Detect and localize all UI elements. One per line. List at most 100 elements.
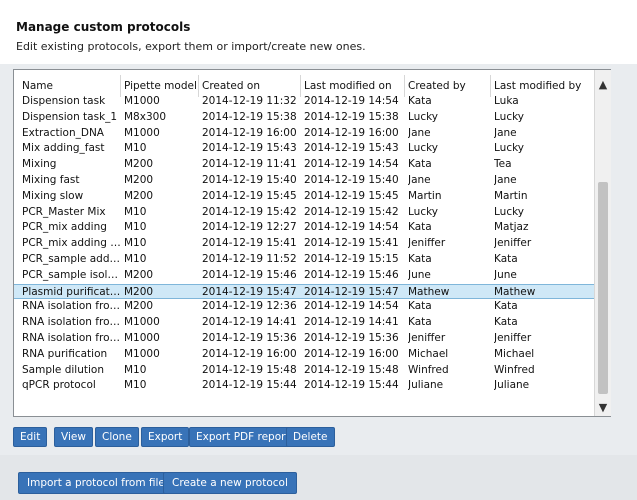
table-cell: 2014-12-19 15:38: [304, 110, 399, 123]
edit-button[interactable]: Edit: [13, 427, 48, 447]
table-cell: June: [494, 268, 517, 281]
table-cell: Winfred: [408, 363, 449, 376]
import-protocol-button[interactable]: Import a protocol from file: [18, 472, 174, 494]
table-cell: Kata: [494, 316, 518, 329]
table-cell: M200: [124, 300, 154, 313]
export-pdf-report-button[interactable]: Export PDF report: [189, 427, 297, 447]
table-cell: RNA isolation from...: [22, 300, 122, 313]
table-cell: 2014-12-19 15:40: [202, 174, 297, 186]
table-row[interactable]: Plasmid purification M200 2014-12-19 15:47…: [14, 283, 594, 299]
table-cell: M200: [124, 158, 154, 171]
table-cell: 2014-12-19 15:45: [304, 189, 399, 202]
table-cell: Tea: [494, 158, 512, 171]
table-row[interactable]: PCR_sample isolati... M200 2014-12-19 15:4…: [14, 268, 594, 283]
table-cell: 2014-12-19 15:40: [304, 174, 399, 186]
table-cell: M200: [124, 285, 154, 298]
clone-button[interactable]: Clone: [95, 427, 139, 447]
scrollbar-thumb[interactable]: [598, 182, 608, 394]
table-row[interactable]: Sample dilution M10 2014-12-19 15:48 2014-1…: [14, 363, 594, 378]
table-cell: PCR_mix adding: [22, 221, 107, 234]
protocol-table-panel: Name Pipette model Created on Last modified…: [13, 69, 611, 417]
table-cell: Mix adding_fast: [22, 142, 105, 155]
table-cell: 2014-12-19 11:32: [202, 95, 297, 107]
chevron-up-icon[interactable]: ▲: [595, 76, 611, 92]
delete-button[interactable]: Delete: [286, 427, 335, 447]
view-button[interactable]: View: [54, 427, 93, 447]
table-row[interactable]: Mix adding_fast M10 2014-12-19 15:43 2014-1…: [14, 141, 594, 156]
table-cell: M1000: [124, 347, 160, 360]
table-cell: Lucky: [408, 142, 439, 155]
export-button[interactable]: Export: [141, 427, 190, 447]
table-cell: Lucky: [408, 205, 439, 218]
table-row[interactable]: Mixing fast M200 2014-12-19 15:40 2014-12-1…: [14, 173, 594, 188]
table-cell: Mixing: [22, 158, 57, 171]
table-cell: Kata: [408, 221, 432, 234]
table-cell: 2014-12-19 15:43: [304, 142, 399, 155]
table-cell: 2014-12-19 16:00: [304, 126, 399, 139]
table-cell: 2014-12-19 12:27: [202, 221, 297, 234]
table-cell: Luka: [494, 95, 519, 107]
table-cell: 2014-12-19 15:15: [304, 253, 399, 265]
table-cell: Plasmid purification: [22, 285, 122, 298]
table-cell: 2014-12-19 16:00: [202, 126, 297, 139]
table-cell: 2014-12-19 15:41: [304, 237, 399, 250]
table-row[interactable]: qPCR protocol M10 2014-12-19 15:44 2014-12-…: [14, 378, 594, 393]
chevron-down-icon[interactable]: ▼: [595, 399, 611, 415]
table-cell: 2014-12-19 15:46: [304, 268, 399, 281]
page-subtitle: Edit existing protocols, export them or …: [16, 40, 366, 53]
protocol-table: Name Pipette model Created on Last modified…: [14, 70, 594, 416]
table-cell: M1000: [124, 316, 160, 329]
vertical-scrollbar[interactable]: ▲ ▼: [594, 70, 611, 416]
table-cell: Jeniffer: [408, 332, 446, 344]
page-title: Manage custom protocols: [16, 20, 191, 34]
table-cell: Kata: [408, 300, 432, 313]
table-cell: 2014-12-19 15:47: [304, 285, 399, 298]
table-row[interactable]: PCR_sample adding M10 2014-12-19 11:52 2014…: [14, 252, 594, 267]
table-cell: 2014-12-19 14:54: [304, 95, 399, 107]
table-cell: qPCR protocol: [22, 379, 96, 392]
table-cell: RNA isolation from...: [22, 332, 122, 344]
table-row[interactable]: RNA isolation from... M1000 2014-12-19 15:…: [14, 331, 594, 346]
table-row[interactable]: RNA purification M1000 2014-12-19 16:00 201…: [14, 347, 594, 362]
table-cell: RNA isolation from...: [22, 316, 122, 329]
table-row[interactable]: Mixing M200 2014-12-19 11:41 2014-12-19 14:…: [14, 157, 594, 172]
table-cell: 2014-12-19 14:54: [304, 221, 399, 234]
table-cell: Kata: [408, 158, 432, 171]
table-cell: 2014-12-19 15:41: [202, 237, 297, 250]
table-cell: 2014-12-19 14:41: [202, 316, 297, 329]
table-row[interactable]: Dispension task M1000 2014-12-19 11:32 2014…: [14, 94, 594, 109]
table-cell: M10: [124, 237, 147, 250]
table-cell: June: [408, 268, 431, 281]
table-cell: PCR_sample adding: [22, 253, 122, 265]
table-cell: Kata: [494, 300, 518, 313]
table-cell: Jeniffer: [494, 332, 532, 344]
table-row[interactable]: RNA isolation from... M200 2014-12-19 12:3…: [14, 299, 594, 314]
table-cell: M10: [124, 253, 147, 265]
table-cell: Dispension task_1: [22, 110, 118, 123]
table-cell: 2014-12-19 15:48: [304, 363, 399, 376]
table-cell: 2014-12-19 15:47: [202, 285, 297, 298]
table-cell: 2014-12-19 15:43: [202, 142, 297, 155]
table-row[interactable]: PCR_Master Mix M10 2014-12-19 15:42 2014-12…: [14, 205, 594, 220]
table-cell: Matjaz: [494, 221, 529, 234]
table-cell: PCR_Master Mix: [22, 205, 106, 218]
table-row[interactable]: RNA isolation from... M1000 2014-12-19 14:…: [14, 315, 594, 330]
table-row[interactable]: PCR_mix adding sl... M10 2014-12-19 15:41 2…: [14, 236, 594, 251]
table-cell: Lucky: [408, 110, 439, 123]
table-cell: Mathew: [408, 285, 450, 298]
table-cell: Michael: [408, 347, 449, 360]
table-cell: PCR_mix adding sl...: [22, 237, 122, 250]
table-cell: Michael: [494, 347, 535, 360]
table-cell: M10: [124, 205, 147, 218]
table-row[interactable]: Dispension task_1 M8x300 2014-12-19 15:38 2…: [14, 110, 594, 125]
table-row[interactable]: PCR_mix adding M10 2014-12-19 12:27 2014-12…: [14, 220, 594, 235]
table-cell: Kata: [408, 253, 432, 265]
create-protocol-button[interactable]: Create a new protocol: [163, 472, 297, 494]
table-cell: Dispension task: [22, 95, 106, 107]
table-cell: PCR_sample isolati...: [22, 268, 122, 281]
table-cell: M10: [124, 221, 147, 234]
table-cell: Juliane: [408, 379, 444, 392]
table-cell: Extraction_DNA: [22, 126, 104, 139]
table-row[interactable]: Extraction_DNA M1000 2014-12-19 16:00 2014-…: [14, 126, 594, 141]
table-row[interactable]: Mixing slow M200 2014-12-19 15:45 2014-12-1…: [14, 189, 594, 204]
